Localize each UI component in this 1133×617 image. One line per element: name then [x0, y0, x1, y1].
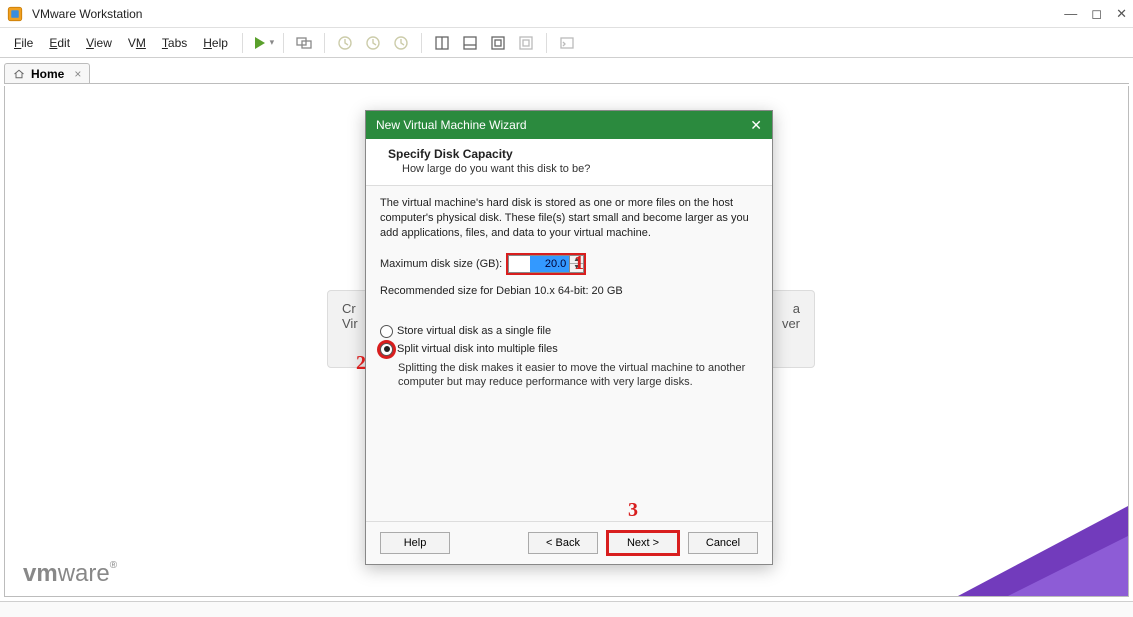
devices-icon[interactable] — [292, 31, 316, 55]
cancel-button[interactable]: Cancel — [688, 532, 758, 554]
disk-size-input[interactable] — [508, 255, 570, 273]
disk-storage-radio-group: Store virtual disk as a single file Spli… — [380, 325, 758, 391]
separator — [546, 33, 547, 53]
annotation-3: 3 — [628, 499, 638, 522]
separator — [324, 33, 325, 53]
separator — [283, 33, 284, 53]
maximize-button[interactable]: ◻ — [1091, 6, 1102, 22]
app-icon — [6, 5, 24, 23]
layout-icon-3[interactable] — [486, 31, 510, 55]
titlebar: VMware Workstation — ◻ ✕ — [0, 0, 1133, 28]
radio-split-multiple[interactable] — [380, 343, 393, 356]
menu-file[interactable]: File — [6, 33, 41, 53]
radio-split-help-text: Splitting the disk makes it easier to mo… — [398, 361, 758, 391]
tab-label: Home — [31, 67, 64, 81]
menu-edit[interactable]: Edit — [41, 33, 78, 53]
snapshot-icon-2[interactable] — [361, 31, 385, 55]
tab-close-icon[interactable]: × — [74, 67, 81, 81]
radio-store-single[interactable] — [380, 325, 393, 338]
menu-help[interactable]: Help — [195, 33, 236, 53]
dialog-heading: Specify Disk Capacity — [388, 147, 750, 161]
close-button[interactable]: ✕ — [1116, 6, 1127, 22]
menubar: File Edit View VM Tabs Help ▾ — [0, 28, 1133, 58]
snapshot-icon-1[interactable] — [333, 31, 357, 55]
tab-underline — [4, 83, 1129, 84]
dialog-titlebar[interactable]: New Virtual Machine Wizard ✕ — [366, 111, 772, 139]
dialog-close-icon[interactable]: ✕ — [750, 117, 762, 134]
new-vm-wizard-dialog: New Virtual Machine Wizard ✕ Specify Dis… — [365, 110, 773, 565]
recommended-size-text: Recommended size for Debian 10.x 64-bit:… — [380, 285, 758, 297]
content-area: Cra Virver vmware® New Virtual Machine W… — [4, 86, 1129, 597]
decorative-triangle-overlay — [1008, 536, 1128, 596]
menu-tabs[interactable]: Tabs — [154, 33, 195, 53]
radio-split-multiple-label: Split virtual disk into multiple files — [397, 343, 558, 355]
layout-icon-2[interactable] — [458, 31, 482, 55]
app-title: VMware Workstation — [32, 7, 1064, 21]
disk-size-label: Maximum disk size (GB): — [380, 258, 502, 270]
minimize-button[interactable]: — — [1064, 6, 1077, 22]
dialog-footer: Help < Back Next > Cancel — [366, 521, 772, 564]
annotation-2: 2 — [356, 352, 366, 375]
back-button[interactable]: < Back — [528, 532, 598, 554]
statusbar — [0, 601, 1133, 617]
radio-store-single-label: Store virtual disk as a single file — [397, 325, 551, 337]
menu-view[interactable]: View — [78, 33, 120, 53]
menu-vm[interactable]: VM — [120, 33, 154, 53]
dialog-body: The virtual machine's hard disk is store… — [366, 186, 772, 521]
dialog-header: Specify Disk Capacity How large do you w… — [366, 139, 772, 186]
tab-home[interactable]: Home × — [4, 63, 90, 84]
vmware-logo: vmware® — [23, 560, 117, 588]
layout-icon-4[interactable] — [514, 31, 538, 55]
intro-text: The virtual machine's hard disk is store… — [380, 196, 758, 241]
home-icon — [13, 68, 25, 80]
layout-icon-1[interactable] — [430, 31, 454, 55]
help-button[interactable]: Help — [380, 532, 450, 554]
tabstrip: Home × — [0, 58, 1133, 84]
next-button[interactable]: Next > — [608, 532, 678, 554]
play-button[interactable]: ▾ — [251, 31, 275, 55]
separator — [421, 33, 422, 53]
snapshot-icon-3[interactable] — [389, 31, 413, 55]
dialog-title: New Virtual Machine Wizard — [376, 118, 750, 132]
console-icon[interactable] — [555, 31, 579, 55]
separator — [242, 33, 243, 53]
dialog-subheading: How large do you want this disk to be? — [402, 163, 750, 175]
annotation-1: 1 — [574, 252, 584, 275]
